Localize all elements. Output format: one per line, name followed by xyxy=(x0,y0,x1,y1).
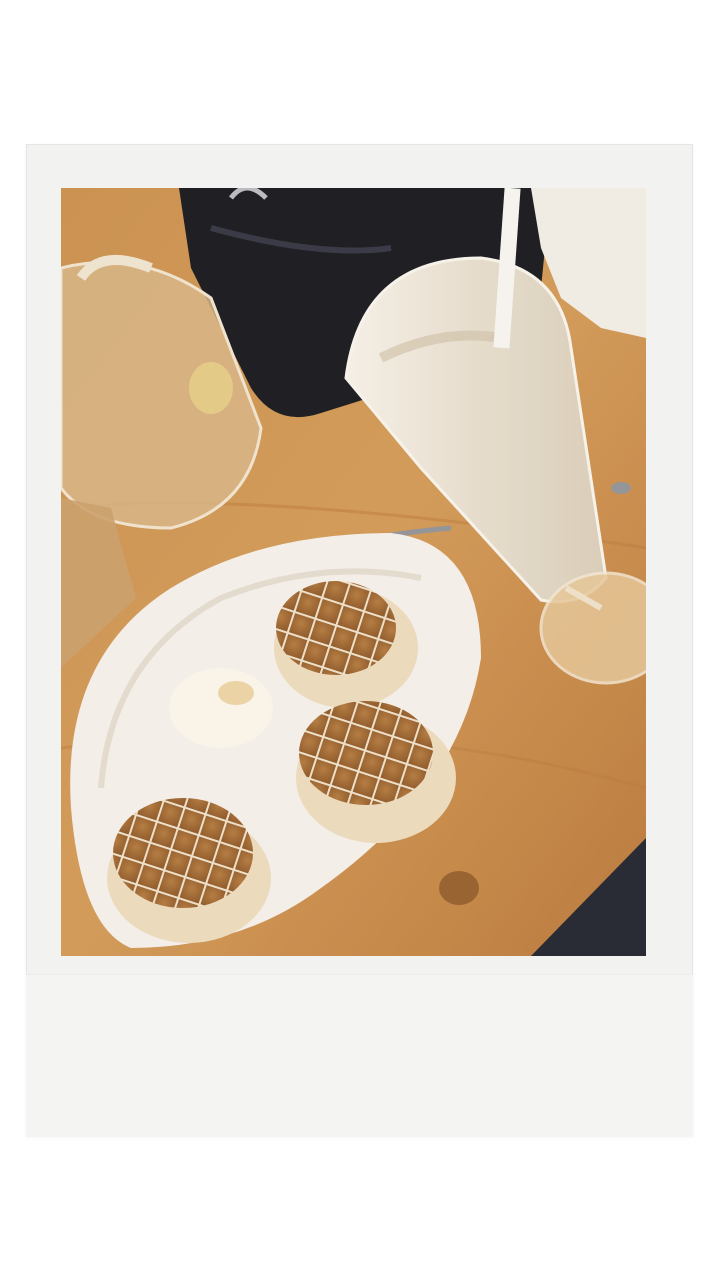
instant-photo-frame xyxy=(26,144,693,1137)
caption-strip xyxy=(26,974,693,1137)
photo xyxy=(61,188,646,956)
photo-scene xyxy=(61,188,646,956)
